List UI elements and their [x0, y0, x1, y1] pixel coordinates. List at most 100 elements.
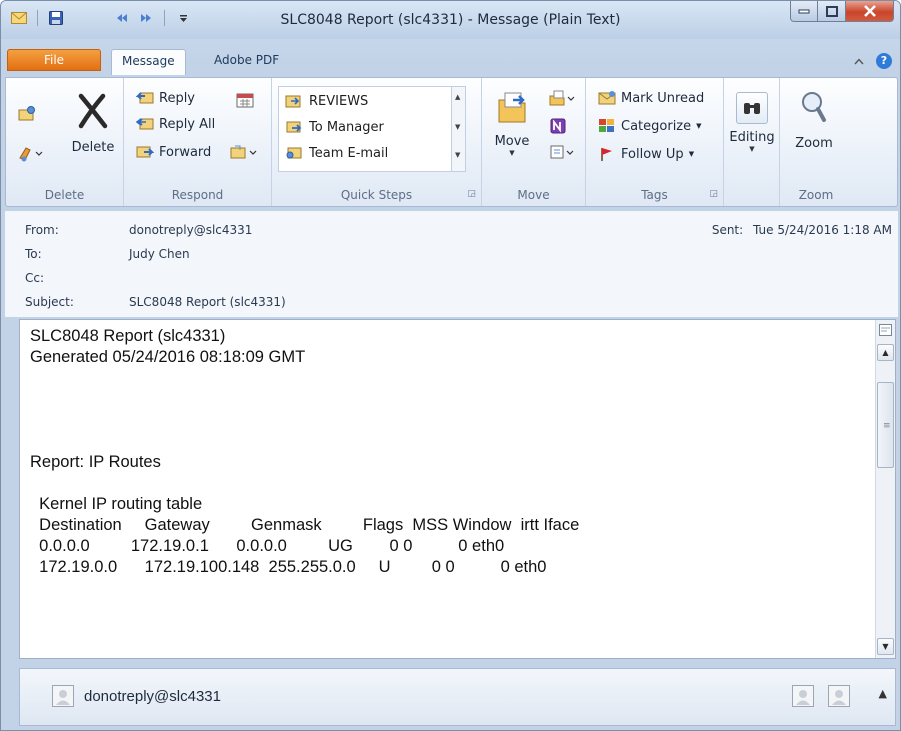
- quick-step-team-email[interactable]: Team E-mail: [285, 145, 388, 161]
- rules-icon[interactable]: [548, 90, 576, 106]
- categorize-dropdown-icon: ▼: [696, 122, 702, 130]
- tab-message[interactable]: Message: [111, 49, 186, 75]
- move-button[interactable]: Move ▼: [490, 90, 534, 157]
- move-dropdown-icon: ▼: [509, 149, 515, 157]
- tags-launcher-icon[interactable]: ◲: [709, 189, 718, 199]
- subject-value: SLC8048 Report (slc4331): [129, 295, 286, 309]
- team-email-icon: [286, 147, 302, 159]
- message-line: [30, 389, 579, 410]
- quick-step-to-manager-label: To Manager: [309, 119, 384, 135]
- quick-steps-launcher-icon[interactable]: ◲: [467, 189, 476, 199]
- move-button-label: Move: [494, 134, 530, 149]
- mark-unread-button[interactable]: Mark Unread: [598, 90, 704, 106]
- expand-people-pane-icon[interactable]: ▲: [879, 687, 887, 700]
- minimize-button[interactable]: [790, 1, 818, 22]
- editing-button[interactable]: Editing ▼: [728, 92, 776, 153]
- cc-label: Cc:: [25, 271, 45, 285]
- editing-group: Editing ▼: [724, 78, 780, 206]
- message-line: Destination Gateway Genmask Flags MSS Wi…: [30, 516, 580, 534]
- flag-icon: [601, 148, 612, 161]
- message-body[interactable]: SLC8048 Report (slc4331) Generated 05/24/…: [19, 319, 896, 659]
- message-line: SLC8048 Report (slc4331): [30, 327, 226, 345]
- reading-pane-icon[interactable]: [879, 324, 892, 339]
- to-label: To:: [25, 247, 42, 261]
- quick-steps-scroll[interactable]: ▲ ▼ ▼: [451, 87, 465, 171]
- tags-group-label: Tags: [641, 188, 668, 202]
- ribbon-tabs: File Message Adobe PDF ?: [1, 47, 900, 77]
- scroll-up-icon[interactable]: ▲: [455, 93, 460, 101]
- delete-group-label: Delete: [44, 188, 85, 202]
- window-controls: [790, 1, 894, 22]
- follow-up-dropdown-icon: ▼: [688, 150, 695, 158]
- scroll-thumb[interactable]: ≡: [877, 382, 894, 468]
- message-line: 0.0.0.0 172.19.0.1 0.0.0.0 UG 0 0 0 eth0: [30, 537, 505, 555]
- forward-button[interactable]: Forward: [136, 144, 211, 160]
- person-icon: [832, 690, 846, 705]
- minimize-ribbon-icon[interactable]: [854, 54, 864, 68]
- quick-step-reviews-label: REVIEWS: [309, 93, 369, 109]
- cleanup-icon[interactable]: [18, 146, 44, 162]
- ribbon: Delete Delete Reply Reply All Forward Re…: [5, 77, 898, 207]
- to-manager-icon: [286, 121, 302, 133]
- folder-move-icon: [285, 95, 301, 108]
- reply-all-button[interactable]: Reply All: [136, 116, 215, 132]
- delete-button-label: Delete: [71, 140, 115, 155]
- onenote-icon[interactable]: [550, 118, 566, 134]
- quick-steps-gallery: REVIEWS To Manager Team E-mail ▲ ▼ ▼: [278, 86, 466, 172]
- outlook-message-window: SLC8048 Report (slc4331) - Message (Plai…: [0, 0, 901, 731]
- zoom-group-label: Zoom: [798, 188, 834, 202]
- move-folder-icon: [498, 92, 526, 123]
- window-title: SLC8048 Report (slc4331) - Message (Plai…: [280, 12, 621, 28]
- message-line: [30, 431, 579, 452]
- reply-label: Reply: [159, 90, 196, 106]
- vertical-scrollbar[interactable]: ▲ ≡ ▼: [875, 320, 895, 658]
- categorize-icon: [599, 119, 614, 132]
- meeting-icon[interactable]: [236, 92, 254, 108]
- follow-up-label: Follow Up: [621, 146, 684, 162]
- minimize-icon: [798, 9, 810, 14]
- actions-icon[interactable]: [550, 144, 576, 160]
- follow-up-button[interactable]: Follow Up ▼: [598, 146, 694, 162]
- delete-group: Delete Delete: [6, 78, 124, 206]
- editing-dropdown-icon: ▼: [749, 145, 755, 153]
- maximize-button[interactable]: [818, 1, 846, 22]
- categorize-button[interactable]: Categorize ▼: [598, 118, 702, 134]
- from-value[interactable]: donotreply@slc4331: [129, 223, 252, 237]
- scroll-down-icon[interactable]: ▼: [455, 123, 460, 131]
- delete-button[interactable]: Delete: [66, 92, 120, 155]
- reply-button[interactable]: Reply: [136, 90, 195, 106]
- maximize-icon: [825, 5, 838, 17]
- scroll-down-button[interactable]: ▼: [877, 638, 894, 655]
- tab-file[interactable]: File: [7, 49, 101, 71]
- avatar[interactable]: [792, 685, 814, 707]
- quick-step-to-manager[interactable]: To Manager: [285, 119, 384, 135]
- move-group-label: Move: [517, 188, 550, 202]
- quick-step-team-email-label: Team E-mail: [309, 145, 389, 161]
- more-quick-steps-icon[interactable]: ▼: [455, 151, 460, 159]
- respond-group-label: Respond: [171, 188, 224, 202]
- message-line: [30, 473, 579, 494]
- tab-adobe-pdf[interactable]: Adobe PDF: [204, 49, 289, 73]
- people-pane-name[interactable]: donotreply@slc4331: [84, 688, 221, 705]
- sent-value: Tue 5/24/2016 1:18 AM: [753, 223, 892, 237]
- to-value[interactable]: Judy Chen: [129, 247, 190, 261]
- editing-button-label: Editing: [729, 130, 775, 145]
- move-group: Move ▼ Move: [482, 78, 586, 206]
- from-label: From:: [25, 223, 59, 237]
- avatar[interactable]: [828, 685, 850, 707]
- zoom-button[interactable]: Zoom: [788, 88, 840, 151]
- close-button[interactable]: [846, 1, 894, 22]
- quick-step-reviews[interactable]: REVIEWS: [285, 93, 368, 109]
- forward-icon: [136, 146, 154, 158]
- avatar[interactable]: [52, 685, 74, 707]
- person-icon: [56, 690, 70, 705]
- reply-all-label: Reply All: [159, 116, 216, 132]
- scroll-up-button[interactable]: ▲: [877, 344, 894, 361]
- message-line: Report: IP Routes: [30, 453, 161, 471]
- ignore-icon[interactable]: [18, 106, 36, 122]
- help-icon[interactable]: ?: [876, 53, 892, 69]
- title-bar: SLC8048 Report (slc4331) - Message (Plai…: [1, 1, 900, 39]
- zoom-button-label: Zoom: [795, 136, 833, 151]
- more-respond-icon[interactable]: [230, 144, 258, 160]
- message-text: SLC8048 Report (slc4331) Generated 05/24/…: [30, 326, 579, 578]
